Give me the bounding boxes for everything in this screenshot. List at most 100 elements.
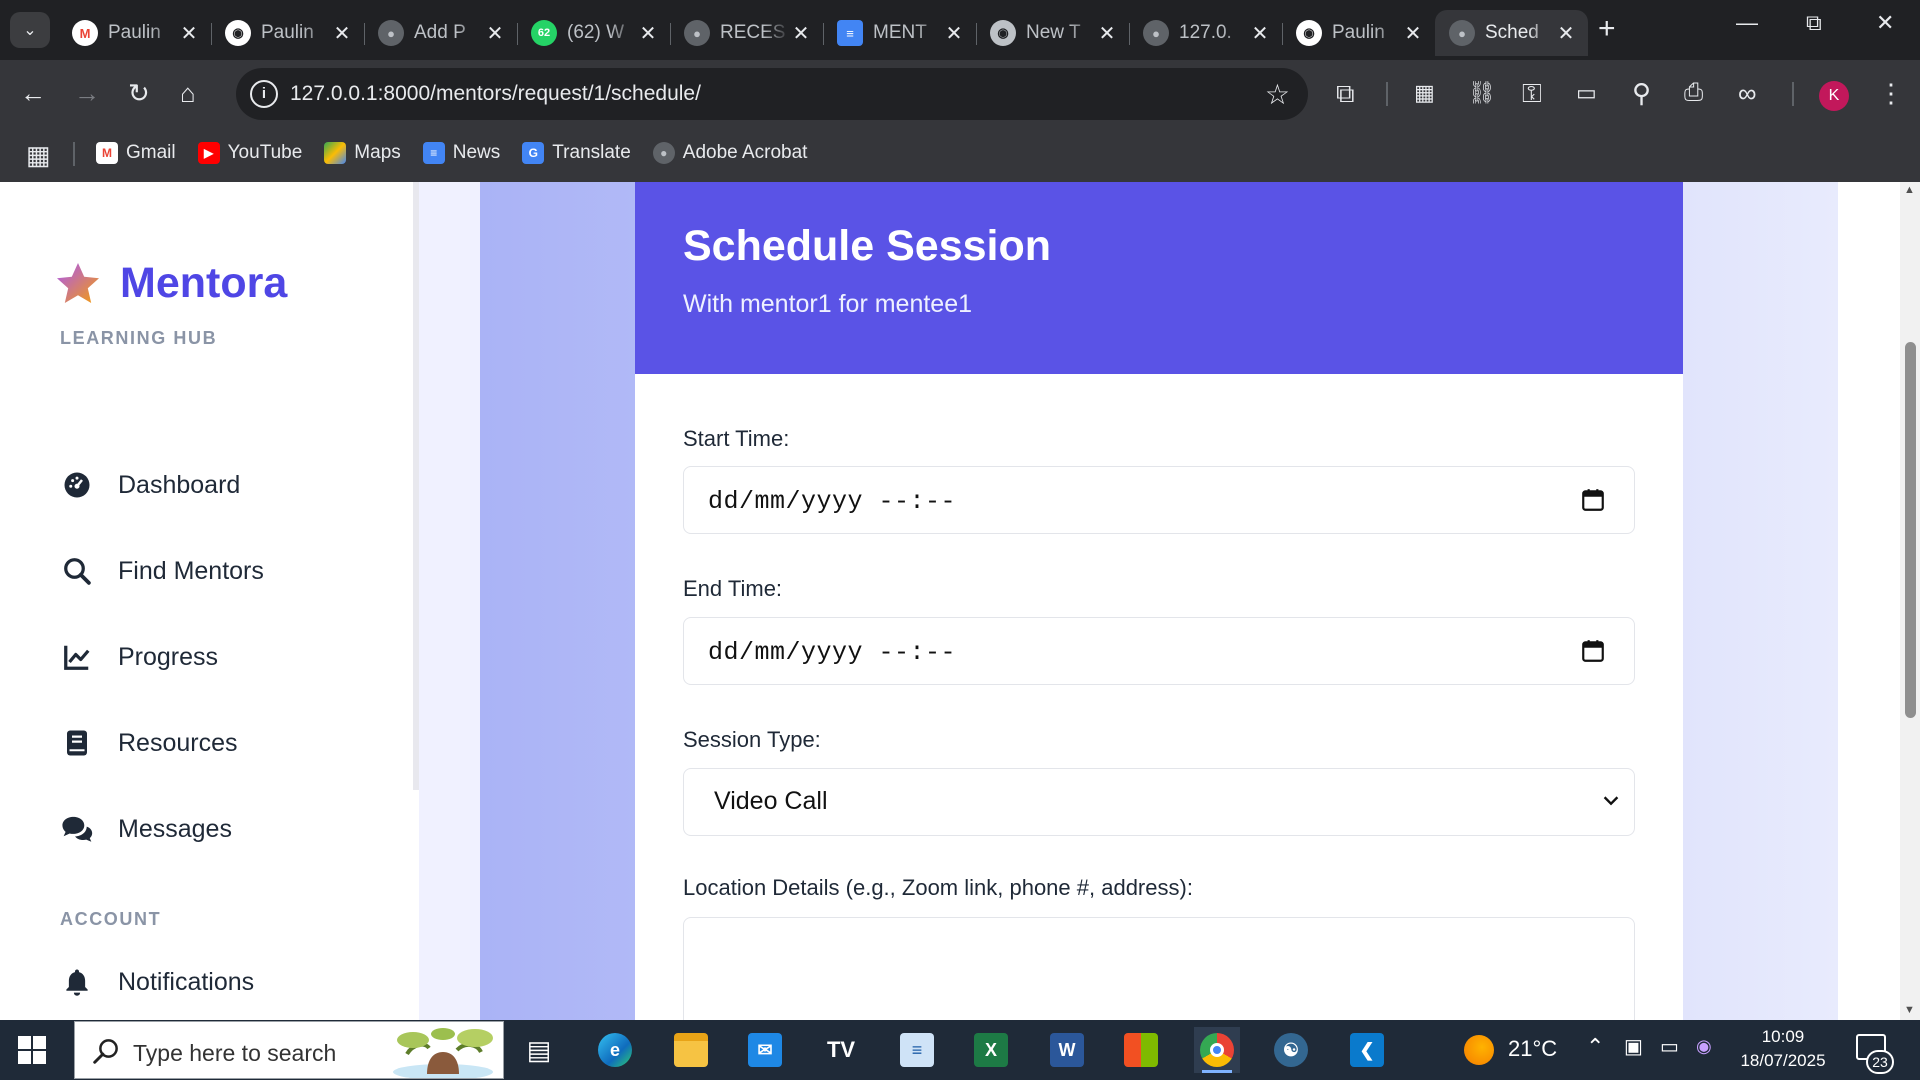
close-icon[interactable]: ✕ xyxy=(1403,21,1423,46)
globe-icon: ● xyxy=(684,20,710,46)
bookmark-translate[interactable]: G Translate xyxy=(522,138,631,168)
site-info-icon[interactable]: i xyxy=(250,80,278,108)
tradingview-icon[interactable]: TV xyxy=(818,1027,864,1073)
page-subtitle: With mentor1 for mentee1 xyxy=(683,290,973,318)
location-details-textarea[interactable] xyxy=(683,917,1635,1020)
taskbar-clock[interactable]: 10:09 18/07/2025 xyxy=(1738,1025,1828,1073)
browser-tab[interactable]: ◉ Paulin ✕ xyxy=(211,10,364,56)
sidebar-scrollbar[interactable] xyxy=(413,182,419,790)
windows-start-icon[interactable] xyxy=(18,1036,46,1064)
notepad-icon[interactable]: ≡ xyxy=(894,1027,940,1073)
task-view-icon[interactable]: ▤ xyxy=(516,1027,562,1073)
tab-search-button[interactable]: ⌄ xyxy=(10,12,50,48)
scrollbar-thumb[interactable] xyxy=(1905,342,1916,718)
sidebar-item-resources[interactable]: Resources xyxy=(60,723,238,763)
mail-icon[interactable]: ✉ xyxy=(742,1027,788,1073)
browser-tab[interactable]: ≡ MENT ✕ xyxy=(823,10,976,56)
chrome-icon[interactable] xyxy=(1194,1027,1240,1073)
security-icon[interactable]: ▣ xyxy=(1624,1034,1643,1059)
microsoft-store-icon[interactable] xyxy=(1118,1027,1164,1073)
sidebar-item-messages[interactable]: Messages xyxy=(60,809,232,849)
browser-tab[interactable]: M Paulin ✕ xyxy=(58,10,211,56)
bookmark-news[interactable]: ≡ News xyxy=(422,138,500,168)
calendar-icon[interactable] xyxy=(1580,487,1606,513)
close-icon[interactable]: ✕ xyxy=(944,21,964,46)
close-icon[interactable]: ✕ xyxy=(179,21,199,46)
weather-sun-icon[interactable] xyxy=(1456,1027,1502,1073)
close-icon[interactable]: ✕ xyxy=(332,21,352,46)
incognito-icon[interactable]: ⛓ xyxy=(1468,78,1496,108)
apps-grid-icon[interactable]: ▦ xyxy=(26,140,51,171)
close-icon[interactable]: ✕ xyxy=(1556,21,1576,46)
search-icon xyxy=(93,1039,118,1064)
bookmark-gmail[interactable]: M Gmail xyxy=(96,138,176,168)
browser-tab[interactable]: ● RECES ✕ xyxy=(670,10,823,56)
end-time-input[interactable]: dd/mm/yyyy --:-- xyxy=(683,617,1635,685)
browser-tab[interactable]: 62 (62) W ✕ xyxy=(517,10,670,56)
sidebar-item-dashboard[interactable]: Dashboard xyxy=(60,465,240,505)
bookmark-list: M Gmail ▶ YouTube Maps ≡ News G Translat… xyxy=(96,138,829,168)
back-arrow-icon[interactable]: ← xyxy=(20,78,46,108)
more-menu-icon[interactable]: ⋮ xyxy=(1878,78,1904,108)
app-tray-icon[interactable]: ◉ xyxy=(1696,1036,1712,1057)
close-icon[interactable]: ✕ xyxy=(485,21,505,46)
session-type-select[interactable]: Video Call xyxy=(683,768,1635,836)
restore-icon[interactable]: ⧉ xyxy=(1806,10,1822,36)
close-icon[interactable]: ✕ xyxy=(791,21,811,46)
location-pin-icon[interactable]: ⚲ xyxy=(1632,78,1651,108)
bookmark-star-icon[interactable]: ☆ xyxy=(1265,78,1290,111)
qr-code-icon[interactable]: ▦ xyxy=(1414,78,1435,108)
url-text[interactable]: 127.0.0.1:8000/mentors/request/1/schedul… xyxy=(290,82,701,106)
window-close-icon[interactable]: ✕ xyxy=(1876,10,1894,36)
new-tab-button[interactable]: + xyxy=(1598,14,1616,44)
excel-icon[interactable]: X xyxy=(968,1027,1014,1073)
battery-icon[interactable]: ▭ xyxy=(1660,1034,1679,1059)
link-icon[interactable]: ∞ xyxy=(1738,78,1757,108)
word-icon[interactable]: W xyxy=(1044,1027,1090,1073)
brand-logo[interactable]: Mentora xyxy=(54,259,287,308)
browser-tab[interactable]: ◉ New T ✕ xyxy=(976,10,1129,56)
sidebar-item-notifications[interactable]: Notifications xyxy=(60,962,254,1002)
tab-title: (62) W xyxy=(567,22,624,43)
page-scrollbar[interactable]: ▲ ▼ xyxy=(1900,182,1920,1020)
address-bar[interactable]: i 127.0.0.1:8000/mentors/request/1/sched… xyxy=(236,68,1308,120)
sidebar-item-find-mentors[interactable]: Find Mentors xyxy=(60,551,264,591)
taskbar-search-box[interactable]: Type here to search xyxy=(74,1021,504,1079)
scroll-up-arrow-icon[interactable]: ▲ xyxy=(1904,184,1915,196)
password-key-icon[interactable]: ⚿ xyxy=(1522,78,1542,108)
weather-temperature[interactable]: 21°C xyxy=(1508,1036,1557,1062)
close-icon[interactable]: ✕ xyxy=(1097,21,1117,46)
extensions-icon[interactable]: ⧉ xyxy=(1336,78,1355,108)
scroll-down-arrow-icon[interactable]: ▼ xyxy=(1904,1004,1915,1016)
minimize-icon[interactable]: — xyxy=(1736,10,1758,36)
reload-icon[interactable]: ↻ xyxy=(128,78,150,108)
star-icon xyxy=(57,262,99,303)
bookmark-label: Gmail xyxy=(126,142,176,163)
close-icon[interactable]: ✕ xyxy=(1250,21,1270,46)
profile-avatar[interactable]: K xyxy=(1819,81,1849,111)
bookmark-adobe-acrobat[interactable]: ● Adobe Acrobat xyxy=(652,138,807,168)
calendar-icon[interactable] xyxy=(1580,638,1606,664)
forward-arrow-icon[interactable]: → xyxy=(74,78,100,108)
browser-tab[interactable]: ● 127.0. ✕ xyxy=(1129,10,1282,56)
sidebar-item-progress[interactable]: Progress xyxy=(60,637,218,677)
bookmark-youtube[interactable]: ▶ YouTube xyxy=(197,138,302,168)
start-time-label: Start Time: xyxy=(683,426,790,451)
browser-tab-active[interactable]: ● Sched ✕ xyxy=(1435,10,1588,56)
print-icon[interactable]: ⎙ xyxy=(1684,78,1703,108)
browser-tab[interactable]: ● Add P ✕ xyxy=(364,10,517,56)
session-type-value: Video Call xyxy=(714,787,828,815)
file-explorer-icon[interactable] xyxy=(668,1027,714,1073)
home-icon[interactable]: ⌂ xyxy=(180,78,196,108)
start-time-input[interactable]: dd/mm/yyyy --:-- xyxy=(683,466,1635,534)
chevron-up-icon[interactable]: ⌃ xyxy=(1586,1034,1604,1060)
edge-icon[interactable]: e xyxy=(592,1027,638,1073)
payment-card-icon[interactable]: ▭ xyxy=(1576,78,1597,108)
vscode-icon[interactable]: ❮ xyxy=(1344,1027,1390,1073)
postgresql-icon[interactable]: ☯ xyxy=(1268,1027,1314,1073)
browser-tab[interactable]: ◉ Paulin ✕ xyxy=(1282,10,1435,56)
card-header: Schedule Session With mentor1 for mentee… xyxy=(635,182,1683,374)
tab-title: 127.0. xyxy=(1179,22,1232,43)
close-icon[interactable]: ✕ xyxy=(638,21,658,46)
bookmark-maps[interactable]: Maps xyxy=(324,138,401,168)
